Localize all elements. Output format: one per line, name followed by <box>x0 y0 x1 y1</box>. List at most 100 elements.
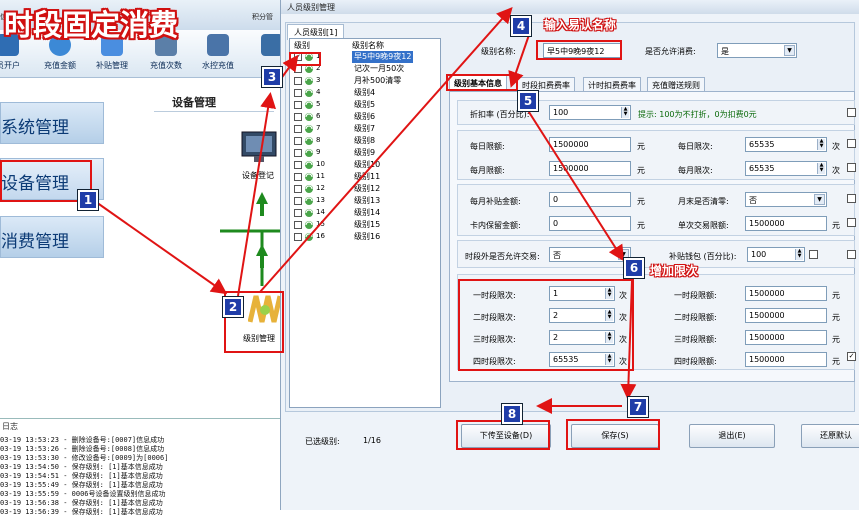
discount-checkbox[interactable] <box>847 108 856 117</box>
allow-consume-select[interactable]: 是 ▼ <box>717 43 797 58</box>
toolbar-water-recharge[interactable]: 水控充值 <box>196 32 240 76</box>
selected-count-label: 已选级别: <box>305 437 340 446</box>
row-checkbox[interactable] <box>294 233 302 241</box>
list-item[interactable]: 9 级别9 <box>290 147 440 159</box>
row-checkbox[interactable] <box>294 161 302 169</box>
toolbar-subsidy[interactable]: 补贴管理 <box>90 32 134 76</box>
row-checkbox[interactable] <box>294 65 302 73</box>
level-refresh-icon <box>305 149 313 157</box>
nav-consume-management[interactable]: 消费管理 <box>0 216 104 258</box>
spin-icon[interactable]: ▲ ▼ <box>605 288 613 299</box>
period-limit-input[interactable]: 1500000 <box>745 308 827 323</box>
discount-label: 折扣率 (百分比): <box>470 110 530 119</box>
device-management-panel: 设备管理 设备登记 级别管理 <box>104 78 282 413</box>
list-item[interactable]: 3 月补500清零 <box>290 75 440 87</box>
monthly-limit-input[interactable]: 1500000 <box>549 161 631 176</box>
device-flow-lines <box>220 192 280 286</box>
list-item[interactable]: 5 级别5 <box>290 99 440 111</box>
monthly-times-input[interactable]: 65535 ▲ ▼ <box>745 161 827 176</box>
save-button[interactable]: 保存(S) <box>571 424 659 448</box>
grid-icon <box>155 34 177 56</box>
tab-basic-info[interactable]: 级别基本信息 <box>449 75 507 91</box>
row-checkbox[interactable] <box>294 173 302 181</box>
tab-recharge-gift[interactable]: 充值赠送规则 <box>647 77 705 91</box>
daily-checkbox[interactable] <box>847 139 856 148</box>
monthly-checkbox[interactable] <box>847 163 856 172</box>
list-item[interactable]: 4 级别4 <box>290 87 440 99</box>
list-item[interactable]: 16 级别16 <box>290 231 440 243</box>
discount-input[interactable]: 100 ▲ ▼ <box>549 105 631 120</box>
toolbar-recharge-times[interactable]: 充值次数 <box>144 32 188 76</box>
row-checkbox[interactable] <box>294 137 302 145</box>
period-times-input[interactable]: 2 ▲ ▼ <box>549 308 615 323</box>
row-checkbox[interactable] <box>294 101 302 109</box>
single-limit-input[interactable]: 1500000 <box>745 216 827 231</box>
row-checkbox[interactable] <box>294 221 302 229</box>
level-refresh-icon <box>305 197 313 205</box>
spin-icon[interactable]: ▲ ▼ <box>817 163 825 174</box>
tab-period-rate[interactable]: 时段扣费费率 <box>517 77 575 91</box>
row-checkbox[interactable] <box>294 89 302 97</box>
daily-times-input[interactable]: 65535 ▲ ▼ <box>745 137 827 152</box>
toolbar-recharge-amount[interactable]: 充值金额 <box>38 32 82 76</box>
outside-period-checkbox[interactable] <box>847 250 856 259</box>
row-checkbox[interactable] <box>294 113 302 121</box>
period-times-input[interactable]: 1 ▲ ▼ <box>549 286 615 301</box>
restore-default-button[interactable]: 还原默认 <box>801 424 859 448</box>
list-item[interactable]: 8 级别8 <box>290 135 440 147</box>
period-times-input[interactable]: 65535 ▲ ▼ <box>549 352 615 367</box>
nav-system-management[interactable]: 系统管理 <box>0 102 104 144</box>
tab-time-rate[interactable]: 计时扣费费率 <box>583 77 641 91</box>
list-item[interactable]: 2 记次一月50次 <box>290 63 440 75</box>
period-limit-input[interactable]: 1500000 <box>745 330 827 345</box>
row-checkbox[interactable]: ✓ <box>294 53 302 61</box>
row-checkbox[interactable] <box>294 125 302 133</box>
card-reserve-input[interactable]: 0 <box>549 216 631 231</box>
spin-icon[interactable]: ▲ ▼ <box>795 249 803 260</box>
spin-icon[interactable]: ▲ ▼ <box>817 139 825 150</box>
list-item[interactable]: 15 级别15 <box>290 219 440 231</box>
period-limit-input[interactable]: 1500000 <box>745 352 827 367</box>
row-checkbox[interactable] <box>294 209 302 217</box>
level-management-icon[interactable] <box>248 292 282 326</box>
single-limit-checkbox[interactable] <box>847 218 856 227</box>
top-label-points: 积分管 <box>252 13 273 21</box>
list-item[interactable]: 14 级别14 <box>290 207 440 219</box>
nav-device-management[interactable]: 设备管理 <box>0 158 104 200</box>
exit-button[interactable]: 退出(E) <box>689 424 775 448</box>
list-item[interactable]: 12 级别12 <box>290 183 440 195</box>
period-times-input[interactable]: 2 ▲ ▼ <box>549 330 615 345</box>
spin-icon[interactable]: ▲ ▼ <box>621 107 629 118</box>
list-header-level[interactable]: 级别 <box>294 40 310 51</box>
month-end-clear-select[interactable]: 否 ▼ <box>745 192 827 207</box>
download-to-device-button[interactable]: 下传至设备(D) <box>461 424 551 448</box>
spin-icon[interactable]: ▲ ▼ <box>605 310 613 321</box>
toolbar-open-account[interactable]: 员开户 <box>0 32 30 76</box>
row-level-number: 7 <box>316 124 321 132</box>
row-checkbox[interactable] <box>294 185 302 193</box>
list-item[interactable]: 6 级别6 <box>290 111 440 123</box>
list-item[interactable]: 11 级别11 <box>290 171 440 183</box>
subsidy-wallet-checkbox[interactable] <box>809 250 818 259</box>
row-checkbox[interactable] <box>294 197 302 205</box>
list-item[interactable]: 13 级别13 <box>290 195 440 207</box>
list-header-name[interactable]: 级别名称 <box>352 40 384 51</box>
level-refresh-icon <box>305 65 313 73</box>
row-level-name: 级别7 <box>354 124 376 133</box>
row-checkbox[interactable] <box>294 77 302 85</box>
monitor-icon[interactable] <box>238 130 280 166</box>
list-item[interactable]: 7 级别7 <box>290 123 440 135</box>
spin-icon[interactable]: ▲ ▼ <box>605 354 613 365</box>
spin-icon[interactable]: ▲ ▼ <box>605 332 613 343</box>
subsidy-wallet-input[interactable]: 100 ▲ ▼ <box>747 247 805 262</box>
outside-period-select[interactable]: 否 ▼ <box>549 247 631 262</box>
row-checkbox[interactable] <box>294 149 302 157</box>
list-item[interactable]: 10 级别10 <box>290 159 440 171</box>
daily-limit-input[interactable]: 1500000 <box>549 137 631 152</box>
month-end-checkbox[interactable] <box>847 194 856 203</box>
list-item[interactable]: ✓ 1 早5中9晚9夜12 <box>290 51 440 63</box>
monthly-subsidy-input[interactable]: 0 <box>549 192 631 207</box>
level-name-input[interactable]: 早5中9晚9夜12 <box>543 43 621 58</box>
period-checkbox[interactable]: ✓ <box>847 352 856 361</box>
period-limit-input[interactable]: 1500000 <box>745 286 827 301</box>
